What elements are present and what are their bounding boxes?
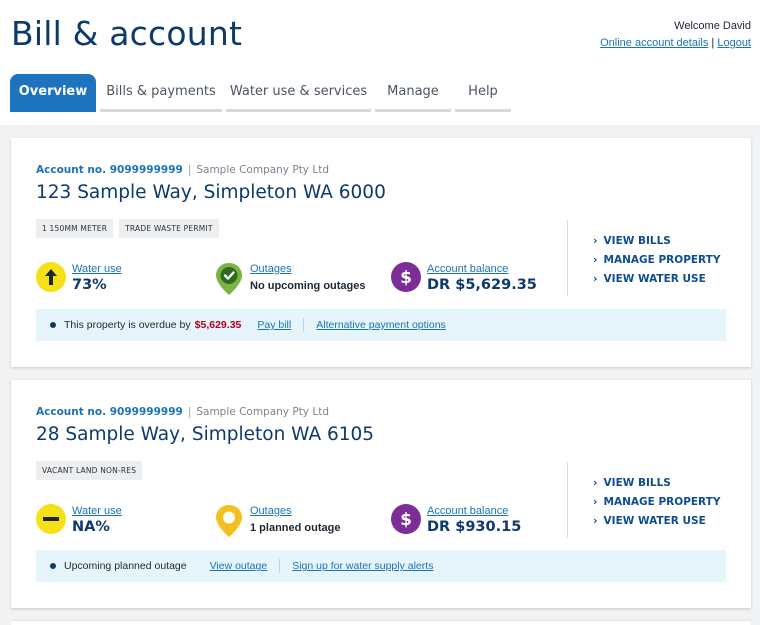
account-number: Account no. 9099999999 [36,406,183,418]
minus-icon [36,504,66,534]
vertical-divider [567,220,568,296]
tab-bar: Overview Bills & payments Water use & se… [10,74,515,112]
dollar-icon: $ [391,504,421,534]
alert-divider [303,318,305,332]
outages-stat: Outages No upcoming outages [214,262,366,296]
overdue-amount: $5,629.35 [194,319,242,331]
water-use-value: NA% [72,519,110,535]
tab-manage[interactable]: Manage [375,74,451,112]
svg-text:$: $ [400,268,412,288]
alert-divider [279,559,281,573]
account-separator: | [187,406,192,418]
property-tags: 1 150MM METER TRADE WASTE PERMIT [36,219,225,238]
action-label: MANAGE PROPERTY [603,495,721,508]
property-address: 123 Sample Way, Simpleton WA 6000 [36,182,386,203]
alert-text: Upcoming planned outage [64,560,187,572]
bullet-icon [50,563,56,569]
chevron-right-icon: › [593,253,598,266]
pin-icon [214,504,244,538]
tab-overview[interactable]: Overview [10,74,96,112]
next-card-edge [11,621,751,625]
page-header: Bill & account Welcome David Online acco… [0,0,760,125]
action-label: MANAGE PROPERTY [603,253,721,266]
outages-value: 1 planned outage [250,522,341,534]
action-label: VIEW BILLS [603,234,671,247]
account-line: Account no. 9099999999 | Sample Company Pt… [36,164,329,176]
outages-link[interactable]: Outages [250,263,366,275]
view-bills-link[interactable]: › VIEW BILLS [593,473,720,492]
account-balance-stat: $ Account balance DR $930.15 [391,504,521,535]
tab-water-use-services[interactable]: Water use & services [226,74,371,112]
company-name: Sample Company Pty Ltd [196,406,329,418]
property-tag: 1 150MM METER [36,219,114,238]
water-use-link[interactable]: Water use [72,505,122,517]
online-account-details-link[interactable]: Online account details [600,37,708,49]
water-use-stat: Water use NA% [36,504,122,535]
vertical-divider [567,462,568,538]
chevron-right-icon: › [593,514,598,527]
chevron-right-icon: › [593,234,598,247]
account-number: Account no. 9099999999 [36,164,183,176]
view-outage-link[interactable]: View outage [210,560,268,572]
property-tags: VACANT LAND NON-RES [36,461,148,480]
quick-actions: › VIEW BILLS › MANAGE PROPERTY › VIEW WATER… [593,231,720,288]
svg-text:$: $ [400,510,412,530]
company-name: Sample Company Pty Ltd [196,164,329,176]
tab-help[interactable]: Help [455,74,511,112]
account-balance-value: DR $930.15 [427,519,522,535]
property-address: 28 Sample Way, Simpleton WA 6105 [36,424,375,445]
account-balance-value: DR $5,629.35 [427,277,537,293]
check-pin-icon [214,262,244,296]
quick-actions: › VIEW BILLS › MANAGE PROPERTY › VIEW WATER… [593,473,720,530]
water-use-stat: Water use 73% [36,262,122,293]
water-use-value: 73% [72,277,107,293]
action-label: VIEW WATER USE [603,272,706,285]
account-separator: | [187,164,192,176]
logout-link[interactable]: Logout [717,37,751,49]
welcome-text: Welcome David [674,20,751,32]
chevron-right-icon: › [593,495,598,508]
link-separator: | [711,37,715,49]
outage-alert: Upcoming planned outage View outage Sign… [36,550,726,582]
action-label: VIEW WATER USE [603,514,706,527]
view-water-use-link[interactable]: › VIEW WATER USE [593,511,720,530]
chevron-right-icon: › [593,272,598,285]
outages-stat: Outages 1 planned outage [214,504,340,538]
outages-value: No upcoming outages [250,280,366,292]
tab-bills-payments[interactable]: Bills & payments [100,74,222,112]
property-tag: VACANT LAND NON-RES [36,461,143,480]
account-line: Account no. 9099999999 | Sample Company Pt… [36,406,329,418]
property-tag: TRADE WASTE PERMIT [119,219,219,238]
manage-property-link[interactable]: › MANAGE PROPERTY [593,492,720,511]
manage-property-link[interactable]: › MANAGE PROPERTY [593,250,720,269]
dollar-icon: $ [391,262,421,292]
alert-text: This property is overdue by [64,319,191,331]
account-balance-link[interactable]: Account balance [427,263,537,275]
account-card: Account no. 9099999999 | Sample Company Pt… [11,138,751,367]
view-water-use-link[interactable]: › VIEW WATER USE [593,269,720,288]
account-links: Online account details | Logout [600,37,751,49]
account-card: Account no. 9099999999 | Sample Company Pt… [11,380,751,608]
arrow-up-icon [36,262,66,292]
water-use-link[interactable]: Water use [72,263,122,275]
bullet-icon [50,322,56,328]
pay-bill-link[interactable]: Pay bill [257,319,291,331]
view-bills-link[interactable]: › VIEW BILLS [593,231,720,250]
water-supply-alerts-link[interactable]: Sign up for water supply alerts [292,560,433,572]
chevron-right-icon: › [593,476,598,489]
overdue-alert: This property is overdue by $5,629.35 Pa… [36,309,726,341]
account-balance-link[interactable]: Account balance [427,505,521,517]
account-balance-stat: $ Account balance DR $5,629.35 [391,262,537,293]
outages-link[interactable]: Outages [250,505,340,517]
alternative-payment-link[interactable]: Alternative payment options [316,319,446,331]
page-title: Bill & account [11,14,243,53]
action-label: VIEW BILLS [603,476,671,489]
